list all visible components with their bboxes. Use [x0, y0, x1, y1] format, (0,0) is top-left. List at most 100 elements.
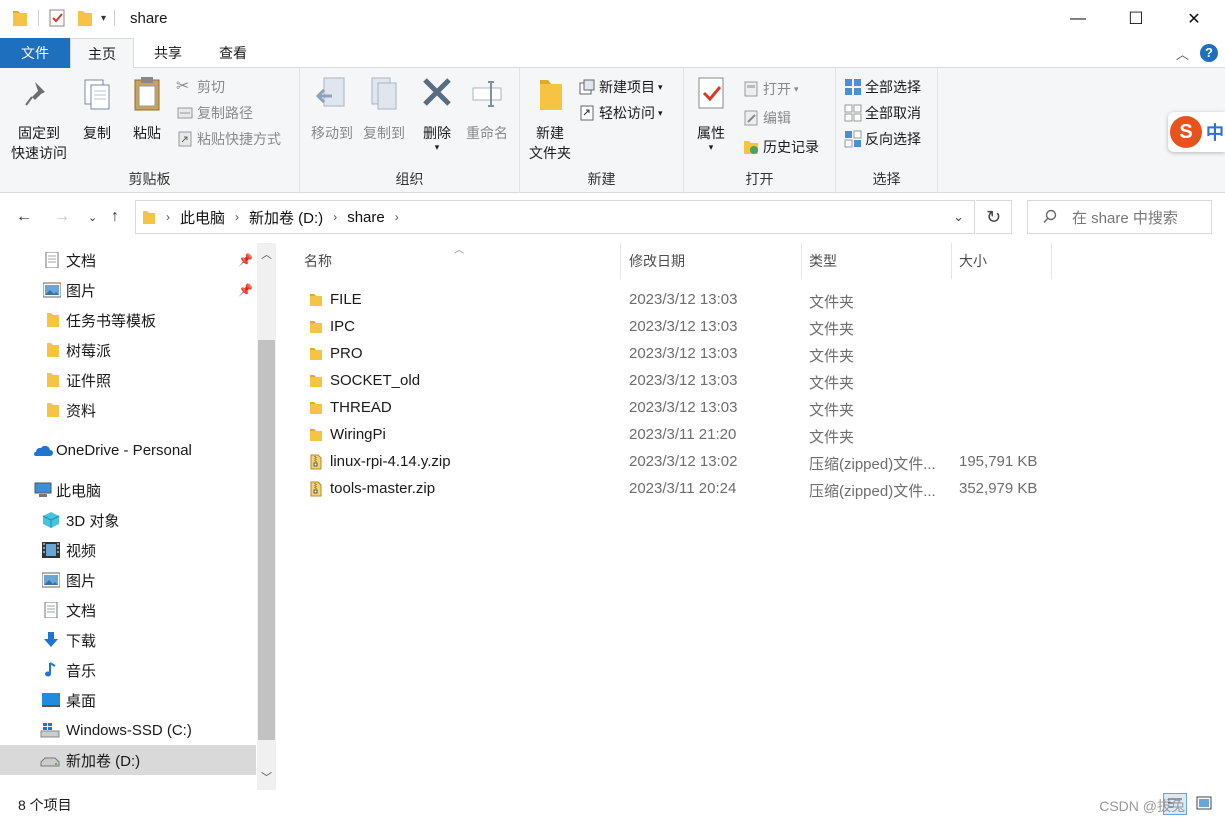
rename-icon — [472, 81, 502, 107]
breadcrumb-separator-icon[interactable]: › — [166, 210, 170, 224]
search-box[interactable]: 在 share 中搜索 — [1027, 200, 1212, 234]
nav-item-downloads[interactable]: 下载 — [0, 625, 256, 655]
column-header-size[interactable]: 大小 — [952, 243, 1052, 279]
tab-home[interactable]: 主页 — [70, 38, 134, 69]
delete-dropdown-icon[interactable]: ▾ — [416, 143, 458, 152]
forward-arrow-icon[interactable]: → — [54, 208, 70, 226]
collapse-ribbon-icon[interactable]: ︿ — [1176, 44, 1189, 63]
new-item-dropdown-icon: ▾ — [658, 81, 663, 92]
easy-access-button[interactable]: 轻松访问 ▾ — [578, 102, 663, 124]
paste-shortcut-button[interactable]: 粘贴快捷方式 — [176, 128, 281, 150]
invert-selection-button[interactable]: 反向选择 — [844, 128, 921, 150]
nav-item-this-pc[interactable]: 此电脑 — [0, 475, 256, 505]
breadcrumb-share[interactable]: share — [347, 209, 385, 226]
nav-item-3d-objects[interactable]: 3D 对象 — [0, 505, 256, 535]
breadcrumb-drive-d[interactable]: 新加卷 (D:) — [249, 207, 323, 228]
new-folder-button[interactable]: 新建 文件夹 — [524, 74, 576, 163]
tab-file[interactable]: 文件 — [0, 38, 70, 68]
back-arrow-icon[interactable]: ← — [16, 208, 32, 226]
nav-item-id-photos[interactable]: 证件照 — [0, 365, 256, 395]
file-row[interactable]: SOCKET_old 2023/3/12 13:03 文件夹 — [296, 368, 1056, 395]
copy-to-label: 复制到 — [363, 125, 405, 141]
nav-item-task-templates[interactable]: 任务书等模板 — [0, 305, 256, 335]
select-all-icon — [845, 79, 861, 95]
column-header-name[interactable]: 名称 — [296, 243, 621, 279]
delete-button[interactable]: 删除 ▾ — [416, 74, 458, 152]
move-to-button[interactable]: 移动到 — [304, 74, 360, 143]
breadcrumb-separator-icon[interactable]: › — [235, 210, 239, 224]
copy-to-button[interactable]: 复制到 — [356, 74, 412, 143]
scroll-down-icon[interactable]: ﹀ — [257, 768, 276, 788]
address-bar[interactable]: › 此电脑 › 新加卷 (D:) › share › ⌄ — [135, 200, 975, 234]
file-row[interactable]: tools-master.zip 2023/3/11 20:24 压缩(zipped… — [296, 476, 1056, 503]
nav-item-documents-pinned[interactable]: 文档 📌 — [0, 245, 256, 275]
file-type: 文件夹 — [809, 294, 855, 311]
column-header-date[interactable]: 修改日期 — [622, 243, 802, 279]
nav-item-drive-c[interactable]: Windows-SSD (C:) — [0, 715, 256, 745]
tab-view[interactable]: 查看 — [203, 38, 263, 68]
folder-icon — [310, 321, 322, 333]
nav-item-materials[interactable]: 资料 — [0, 395, 256, 425]
copy-path-button[interactable]: 复制路径 — [176, 102, 253, 124]
properties-button[interactable]: 属性 ▾ — [690, 74, 732, 152]
file-row[interactable]: FILE 2023/3/12 13:03 文件夹 — [296, 287, 1056, 314]
select-all-button[interactable]: 全部选择 — [844, 76, 921, 98]
nav-item-drive-d[interactable]: 新加卷 (D:) — [0, 745, 256, 775]
tab-share[interactable]: 共享 — [138, 38, 198, 68]
rename-button[interactable]: 重命名 — [462, 74, 512, 143]
paste-shortcut-label: 粘贴快捷方式 — [197, 131, 281, 147]
nav-item-raspberry-pi[interactable]: 树莓派 — [0, 335, 256, 365]
help-icon[interactable]: ? — [1200, 44, 1218, 62]
edit-button[interactable]: 编辑 — [742, 107, 791, 129]
file-row[interactable]: THREAD 2023/3/12 13:03 文件夹 — [296, 395, 1056, 422]
copy-button[interactable]: 复制 — [76, 74, 118, 143]
file-name: WiringPi — [330, 426, 386, 443]
new-item-button[interactable]: 新建项目 ▾ — [578, 76, 663, 98]
invert-selection-label: 反向选择 — [865, 131, 921, 147]
cut-button[interactable]: ✂ 剪切 — [176, 76, 225, 98]
large-icons-view-button[interactable] — [1193, 793, 1217, 815]
file-date: 2023/3/12 13:03 — [629, 345, 738, 362]
open-group-label: 打开 — [745, 171, 774, 187]
file-row[interactable]: WiringPi 2023/3/11 21:20 文件夹 — [296, 422, 1056, 449]
breadcrumb-separator-icon[interactable]: › — [333, 210, 337, 224]
folder-icon[interactable] — [12, 9, 28, 27]
minimize-button[interactable]: — — [1049, 0, 1107, 38]
up-arrow-icon[interactable]: ↑ — [111, 208, 119, 226]
file-row[interactable]: IPC 2023/3/12 13:03 文件夹 — [296, 314, 1056, 341]
select-none-button[interactable]: 全部取消 — [844, 102, 921, 124]
file-row[interactable]: linux-rpi-4.14.y.zip 2023/3/12 13:02 压缩(zi… — [296, 449, 1056, 476]
maximize-button[interactable]: ☐ — [1107, 0, 1165, 38]
nav-item-onedrive[interactable]: OneDrive - Personal — [0, 435, 256, 465]
properties-icon[interactable] — [49, 9, 65, 27]
new-folder-icon[interactable] — [77, 9, 93, 27]
refresh-button[interactable]: ↻ — [976, 200, 1012, 234]
title-bar: ▾ share — ☐ ✕ — [0, 0, 1225, 38]
nav-item-videos[interactable]: 视频 — [0, 535, 256, 565]
ime-toolbar[interactable]: S 中 — [1168, 112, 1225, 152]
paste-button[interactable]: 粘贴 — [126, 74, 168, 143]
easy-access-dropdown-icon: ▾ — [658, 107, 663, 118]
column-header-type[interactable]: 类型 — [802, 243, 952, 279]
address-history-dropdown-icon[interactable]: ⌄ — [953, 209, 964, 225]
breadcrumb-separator-icon[interactable]: › — [395, 210, 399, 224]
properties-dropdown-icon[interactable]: ▾ — [690, 143, 732, 152]
nav-scrollbar[interactable]: ︿ ﹀ — [257, 243, 276, 790]
nav-item-pictures-pinned[interactable]: 图片 📌 — [0, 275, 256, 305]
scroll-up-icon[interactable]: ︿ — [257, 245, 276, 265]
nav-item-music[interactable]: 音乐 — [0, 655, 256, 685]
file-type: 文件夹 — [809, 402, 855, 419]
nav-item-documents[interactable]: 文档 — [0, 595, 256, 625]
open-group: 属性 ▾ 打开 ▾ 编辑 历史记录 打开 — [684, 68, 836, 193]
breadcrumb-this-pc[interactable]: 此电脑 — [180, 207, 225, 228]
file-row[interactable]: PRO 2023/3/12 13:03 文件夹 — [296, 341, 1056, 368]
scrollbar-thumb[interactable] — [258, 340, 275, 740]
customize-toolbar-icon[interactable]: ▾ — [101, 13, 106, 24]
open-button[interactable]: 打开 ▾ — [742, 78, 799, 100]
close-button[interactable]: ✕ — [1165, 0, 1223, 38]
pin-to-quick-access-button[interactable]: 固定到 快速访问 — [6, 74, 72, 163]
recent-locations-icon[interactable]: ⌄ — [88, 211, 97, 224]
nav-item-desktop[interactable]: 桌面 — [0, 685, 256, 715]
nav-item-pictures[interactable]: 图片 — [0, 565, 256, 595]
history-button[interactable]: 历史记录 — [742, 136, 819, 158]
